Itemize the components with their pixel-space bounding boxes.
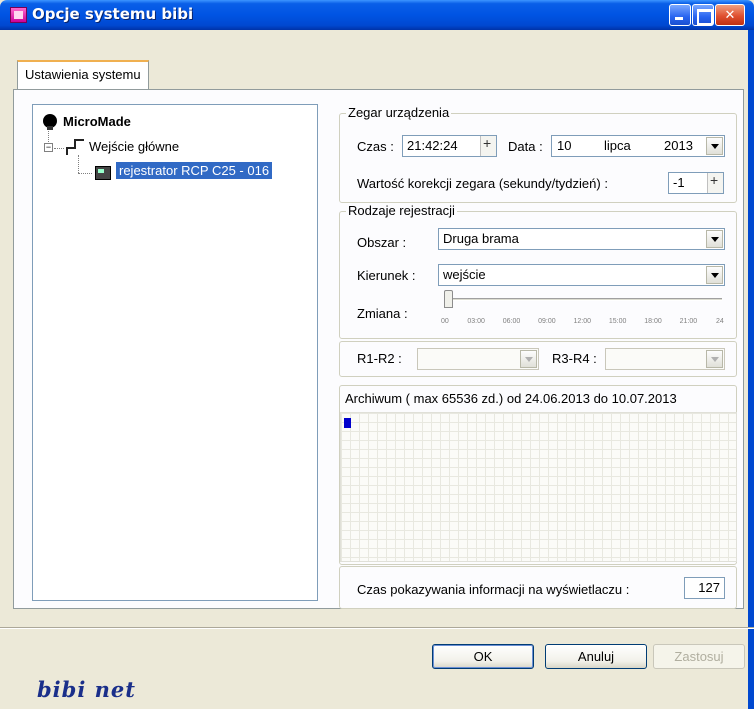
maximize-button[interactable]	[692, 4, 714, 26]
shift-tick-label: 15:00	[608, 318, 627, 325]
shift-tick-label: 24	[716, 318, 724, 325]
time-label: Czas :	[357, 139, 394, 154]
tree-node-recorder[interactable]: rejestrator RCP C25 - 016	[116, 162, 273, 179]
area-label: Obszar :	[357, 235, 407, 250]
time-input[interactable]: 21:42:24	[402, 135, 497, 157]
shift-slider-track[interactable]	[445, 298, 722, 301]
shift-tick-label: 03:00	[467, 318, 485, 325]
shift-slider-thumb[interactable]	[444, 290, 453, 308]
r1r2-dropdown-button[interactable]	[520, 350, 537, 368]
date-day[interactable]: 10	[557, 136, 571, 156]
date-year[interactable]: 2013	[664, 136, 693, 156]
clock-group-legend: Zegar urządzenia	[346, 105, 452, 120]
date-label: Data :	[508, 139, 543, 154]
shift-tick-label: 00	[441, 318, 449, 325]
tree-node-main-entrance[interactable]: Wejście główne	[89, 139, 179, 154]
display-time-label: Czas pokazywania informacji na wyświetla…	[357, 582, 630, 597]
shift-tick-label: 06:00	[502, 318, 521, 325]
r1r2-select[interactable]	[417, 348, 539, 370]
shift-tick-label: 21:00	[679, 318, 698, 325]
apply-button[interactable]: Zastosuj	[653, 644, 745, 669]
r3r4-select[interactable]	[605, 348, 725, 370]
window-border	[748, 30, 754, 709]
r3r4-label: R3-R4 :	[552, 351, 597, 366]
tree-node-root[interactable]: MicroMade	[63, 114, 131, 129]
archive-fill-marker	[344, 418, 351, 428]
time-value: 21:42:24	[407, 138, 458, 153]
time-spinner[interactable]	[480, 136, 496, 156]
archive-header: Archiwum ( max 65536 zd.) od 24.06.2013 …	[345, 391, 677, 406]
separator	[0, 627, 754, 629]
title-bar[interactable]: Opcje systemu bibi ✕	[0, 0, 754, 30]
direction-label: Kierunek :	[357, 268, 416, 283]
window-title: Opcje systemu bibi	[32, 5, 194, 23]
date-month[interactable]: lipca	[604, 136, 631, 156]
shift-tick-label: 09:00	[538, 318, 556, 325]
direction-select[interactable]: wejście	[438, 264, 725, 286]
device-tree[interactable]: MicroMade − Wejście główne rejestrator R…	[32, 104, 318, 601]
display-time-value: 127	[698, 580, 720, 595]
area-dropdown-button[interactable]	[706, 230, 723, 248]
clock-correction-label: Wartość korekcji zegara (sekundy/tydzień…	[357, 176, 608, 191]
display-time-input[interactable]: 127	[684, 577, 725, 599]
close-button[interactable]: ✕	[715, 4, 745, 26]
bibi-net-logo: bibi net	[37, 677, 136, 702]
bulb-icon	[43, 114, 57, 130]
clock-correction-input[interactable]: -1	[668, 172, 724, 194]
archive-grid[interactable]	[340, 412, 737, 562]
r3r4-dropdown-button[interactable]	[706, 350, 723, 368]
recorder-icon	[95, 166, 111, 180]
direction-value: wejście	[443, 267, 486, 282]
stairs-icon	[66, 139, 84, 155]
direction-dropdown-button[interactable]	[706, 266, 723, 284]
tab-system-settings[interactable]: Ustawienia systemu	[17, 60, 149, 90]
r1r2-label: R1-R2 :	[357, 351, 402, 366]
registration-group-legend: Rodzaje rejestracji	[346, 203, 457, 218]
shift-label: Zmiana :	[357, 306, 408, 321]
collapse-toggle[interactable]: −	[44, 143, 53, 152]
tree-line	[54, 148, 64, 149]
clock-correction-spinner[interactable]	[707, 173, 723, 193]
shift-tick-label: 18:00	[644, 318, 662, 325]
cancel-button[interactable]: Anuluj	[545, 644, 647, 669]
tree-line	[78, 155, 79, 173]
date-picker[interactable]: 10 lipca 2013	[551, 135, 725, 157]
minimize-button[interactable]	[669, 4, 691, 26]
shift-tick-label: 12:00	[573, 318, 592, 325]
area-select[interactable]: Druga brama	[438, 228, 725, 250]
date-dropdown-button[interactable]	[706, 137, 723, 155]
clock-correction-value: -1	[673, 175, 685, 190]
area-value: Druga brama	[443, 231, 519, 246]
ok-button[interactable]: OK	[432, 644, 534, 669]
app-icon[interactable]	[10, 7, 27, 23]
tree-line	[78, 173, 92, 174]
